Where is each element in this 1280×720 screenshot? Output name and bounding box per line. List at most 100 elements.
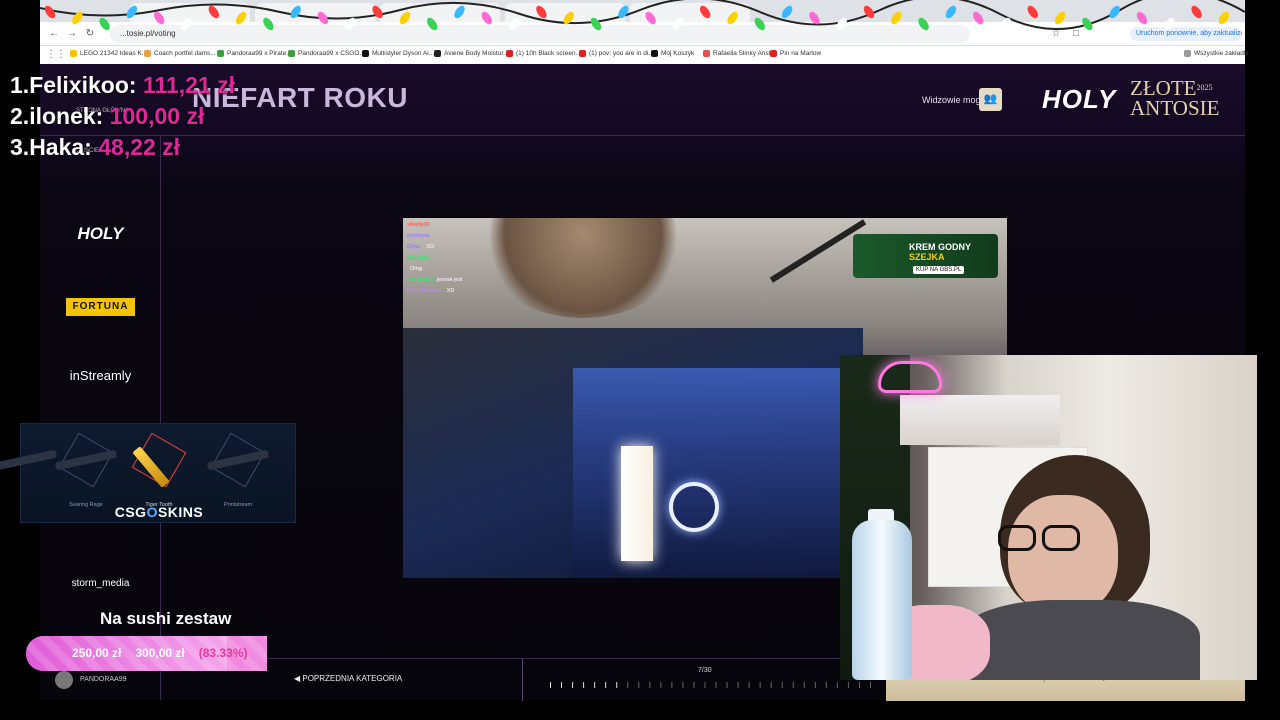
stream-ad: KREM GODNY SZEJKA KUP NA GBS.PL [833, 224, 1003, 284]
chat-username[interactable]: LeeMaline [407, 275, 434, 286]
bookmark-favicon-icon [70, 50, 77, 57]
progress-tick [792, 682, 794, 688]
goal-percent: (83.33%) [198, 646, 248, 660]
leaderboard-name: Felixikoo: [29, 72, 137, 98]
progress-tick [858, 682, 860, 688]
bookmark-item[interactable]: (1) pov: you are in di... [579, 50, 654, 57]
star-icon[interactable]: ☆ [1050, 28, 1062, 40]
progress-tick [671, 682, 673, 688]
previous-category-button[interactable]: ◀ POPRZEDNIA KATEGORIA [294, 674, 402, 683]
zlote-antosie-logo: ZŁOTE2025 ANTOSIE [1130, 78, 1220, 120]
browser-tab[interactable] [130, 3, 250, 22]
update-chip[interactable]: Uruchom ponownie, aby zaktualizować [1130, 27, 1242, 41]
logo-part: CSG [114, 504, 147, 520]
progress-tick [627, 682, 629, 688]
leaderboard-rank: 1. [10, 72, 30, 98]
viewers-label: Widzowie mogą [922, 95, 986, 105]
goal-target: 300,00 zł [135, 646, 185, 660]
reload-icon[interactable]: ↻ [84, 28, 96, 40]
bookmark-item[interactable]: Pandoraa99 x Pirate... [217, 50, 292, 57]
leaderboard-row: 3.Haka: 48,22 zł [10, 132, 235, 163]
progress-tick [605, 682, 607, 688]
bookmarks-bar: ⋮⋮ LEGO 21342 Ideas K... Coach portfel d… [40, 46, 1249, 64]
bookmark-item[interactable]: Mój Koszyk [651, 50, 694, 57]
users-icon[interactable]: 👥 [979, 88, 1002, 111]
forward-icon[interactable]: → [66, 28, 78, 40]
back-icon[interactable]: ← [48, 28, 60, 40]
chat-username[interactable]: xKaNyDi [407, 220, 430, 231]
progress-tick [726, 682, 728, 688]
bookmark-favicon-icon [434, 50, 441, 57]
divider [522, 659, 523, 701]
extensions-icon[interactable]: □ [1070, 28, 1082, 40]
bookmark-item[interactable]: Rafaella Slinky Anst... [703, 50, 776, 57]
bookmark-item[interactable]: LEGO 21342 Ideas K... [70, 50, 147, 57]
sponsor-fortuna[interactable]: FORTUNA [66, 298, 135, 316]
skin-card: Searing Rage [51, 432, 121, 508]
progress-tick [682, 682, 684, 688]
browser-tab[interactable] [505, 3, 625, 22]
all-bookmarks[interactable]: Wszystkie zakładki [1184, 50, 1249, 57]
chat-username[interactable]: Marynek_ [407, 253, 432, 264]
progress-tick [550, 682, 551, 688]
bookmark-item[interactable]: Pin na Marlow [770, 50, 821, 57]
avatar[interactable] [55, 671, 73, 689]
progress-tick [781, 682, 783, 688]
ad-cta: KUP NA GBS.PL [913, 266, 965, 274]
apps-icon[interactable]: ⋮⋮ [46, 49, 66, 61]
tab-bar [40, 0, 1245, 22]
ad-title-line-1: KREM GODNY [909, 242, 972, 252]
screen: ← → ↻ ...tosie.pl/voting ☆ □ Uruchom pon… [0, 0, 1280, 720]
bookmark-favicon-icon [651, 50, 658, 57]
folder-icon [1184, 50, 1191, 57]
bookmark-item[interactable]: Aviene Body Moistur... [434, 50, 509, 57]
sponsor-holy[interactable]: HOLY [40, 224, 161, 244]
leaderboard-name: Haka: [29, 134, 92, 160]
chat-username[interactable]: Dyha_ [407, 242, 424, 253]
chat-message: LeeMaline jesnak jest [407, 275, 567, 286]
shelf-image [900, 395, 1060, 445]
chat-text: jesnak jest [436, 277, 463, 283]
skin-card: Printstream [203, 432, 273, 508]
holy-logo: HOLY [1042, 84, 1117, 114]
browser-tab[interactable] [380, 3, 500, 22]
bookmark-favicon-icon [144, 50, 151, 57]
progress-tick [572, 682, 574, 688]
chat-message: ozytryna_ [407, 231, 567, 242]
csgoskins-ad: Searing Rage Tiger Tooth Printstream CSG… [0, 423, 297, 523]
chat-text: XD [446, 288, 455, 294]
progress-tick [770, 682, 772, 688]
progress-tick [594, 682, 596, 688]
rgb-light-image [621, 446, 653, 561]
logo-year: 2025 [1196, 83, 1213, 92]
streamer-face-image [1008, 495, 1118, 615]
bookmark-favicon-icon [288, 50, 295, 57]
sponsor-instreamly[interactable]: inStreamly [40, 368, 161, 383]
progress-tick [814, 682, 816, 688]
bookmark-item[interactable]: (1) 10h Black screen... [506, 50, 581, 57]
water-bottle-image [852, 520, 912, 680]
csgoskins-logo: CSGOSKINS [21, 504, 297, 520]
chat-username[interactable]: DiscoDraven_ [407, 286, 444, 297]
progress-tick [847, 682, 849, 688]
category-progress-ticks [550, 682, 871, 688]
progress-tick [748, 682, 750, 688]
url-input[interactable]: ...tosie.pl/voting [110, 25, 970, 43]
bookmark-item[interactable]: Multistyler Dyson Ai... [362, 50, 434, 57]
donation-leaderboard: 1.Felixikoo: 111,21 zł 2.ilonek: 100,00 … [10, 70, 235, 163]
bookmark-item[interactable]: Coach portfel dams... [144, 50, 216, 57]
browser-tab[interactable] [255, 3, 375, 22]
bookmark-item[interactable]: Pandoraa99 x CSGO... [288, 50, 365, 57]
logo-part: SKINS [157, 504, 204, 520]
chat-username[interactable]: ozytryna_ [407, 231, 433, 242]
gun-image [0, 449, 58, 471]
browser-tab-active[interactable] [630, 3, 750, 22]
chat-text: XD [426, 244, 435, 250]
sponsor-storm-media[interactable]: storm_media [40, 578, 161, 589]
bookmark-favicon-icon [770, 50, 777, 57]
progress-tick [825, 682, 827, 688]
logo-line-2: ANTOSIE [1130, 96, 1220, 120]
address-toolbar: ← → ↻ ...tosie.pl/voting ☆ □ Uruchom pon… [40, 22, 1245, 46]
bookmark-favicon-icon [703, 50, 710, 57]
bookmark-favicon-icon [362, 50, 369, 57]
